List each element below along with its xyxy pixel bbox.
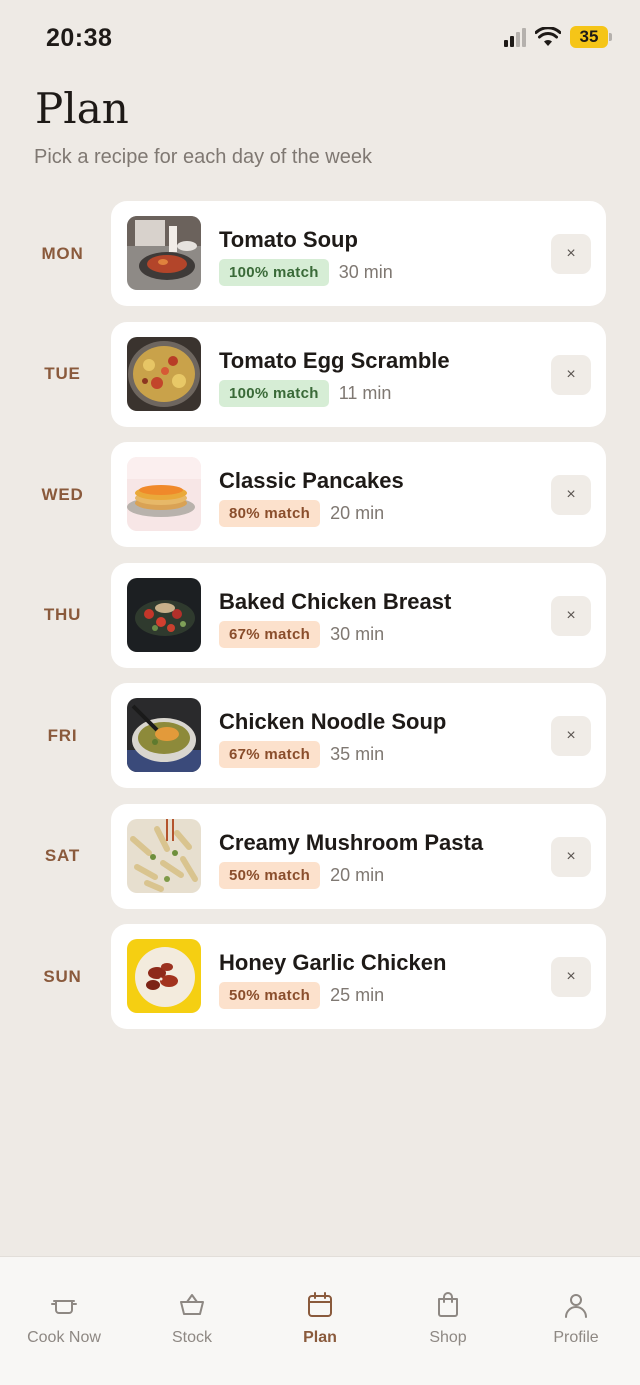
person-icon xyxy=(565,1294,587,1318)
page-title: Plan xyxy=(35,84,129,133)
match-badge: 100% match xyxy=(219,379,329,407)
recipe-name: Tomato Egg Scramble xyxy=(219,347,450,373)
plan-row-mon: MON Tomato Soup 100% match 30 min × xyxy=(0,201,640,306)
day-label: MON xyxy=(41,243,84,263)
status-time: 20:38 xyxy=(46,24,113,52)
match-badge: 50% match xyxy=(219,982,321,1009)
tab-label: Stock xyxy=(171,1329,212,1346)
remove-recipe-button[interactable]: × xyxy=(551,354,591,395)
cook-time: 30 min xyxy=(338,262,393,282)
plan-row-sat: SAT Creamy Mushroom Pasta 50% match 20 m… xyxy=(0,803,640,909)
close-icon: × xyxy=(566,245,576,262)
recipe-thumbnail xyxy=(127,336,201,411)
match-badge: 80% match xyxy=(219,500,321,527)
pot-icon xyxy=(51,1300,77,1314)
tab-stock[interactable]: Stock xyxy=(128,1257,256,1385)
recipe-meta: 100% match 30 min xyxy=(219,259,393,286)
bottom-tab-bar: Cook Now Stock Plan Shop Profile xyxy=(0,1256,640,1385)
status-icons: 35 xyxy=(504,26,612,48)
shopping-bag-icon xyxy=(438,1292,458,1317)
recipe-card[interactable]: Creamy Mushroom Pasta 50% match 20 min × xyxy=(111,803,606,909)
recipe-name: Chicken Noodle Soup xyxy=(219,709,447,734)
cook-time: 35 min xyxy=(330,744,385,764)
recipe-thumbnail xyxy=(127,216,201,290)
match-badge: 67% match xyxy=(219,620,321,648)
recipe-card[interactable]: Chicken Noodle Soup 67% match 35 min × xyxy=(111,683,606,788)
day-label: THU xyxy=(43,605,82,624)
day-label: SAT xyxy=(44,846,81,865)
tab-label: Shop xyxy=(429,1329,467,1346)
recipe-meta: 50% match 25 min xyxy=(219,982,384,1009)
day-label: WED xyxy=(41,484,84,504)
recipe-meta: 100% match 11 min xyxy=(219,379,392,407)
day-label: TUE xyxy=(44,364,81,383)
recipe-meta: 67% match 30 min xyxy=(219,620,385,648)
recipe-name: Creamy Mushroom Pasta xyxy=(219,829,484,855)
plan-row-wed: WED Classic Pancakes 80% match 20 min × xyxy=(0,442,640,547)
recipe-card[interactable]: Baked Chicken Breast 67% match 30 min × xyxy=(111,562,606,668)
cellular-signal-icon xyxy=(504,27,526,47)
tab-label: Cook Now xyxy=(27,1329,101,1346)
page-subtitle: Pick a recipe for each day of the week xyxy=(34,146,372,168)
calendar-icon xyxy=(308,1292,332,1317)
wifi-icon xyxy=(535,27,561,46)
match-badge: 67% match xyxy=(219,741,321,768)
tab-cook-now[interactable]: Cook Now xyxy=(0,1257,128,1385)
battery-icon: 35 xyxy=(570,26,612,48)
tab-label: Profile xyxy=(553,1329,599,1346)
tab-plan[interactable]: Plan xyxy=(256,1257,384,1385)
tab-profile[interactable]: Profile xyxy=(512,1257,640,1385)
remove-recipe-button[interactable]: × xyxy=(551,475,591,515)
remove-recipe-button[interactable]: × xyxy=(551,716,591,756)
cook-time: 20 min xyxy=(330,503,385,523)
close-icon: × xyxy=(566,606,576,624)
day-label: SUN xyxy=(43,966,82,986)
recipe-thumbnail xyxy=(127,939,201,1013)
week-plan-list: MON Tomato Soup 100% match 30 min × TUE … xyxy=(0,201,640,1045)
cook-time: 30 min xyxy=(330,623,385,644)
recipe-card[interactable]: Classic Pancakes 80% match 20 min × xyxy=(111,442,606,547)
recipe-name: Classic Pancakes xyxy=(219,468,404,493)
cook-time: 11 min xyxy=(338,382,392,403)
match-badge: 50% match xyxy=(219,861,321,889)
recipe-name: Baked Chicken Breast xyxy=(219,588,452,614)
recipe-meta: 67% match 35 min xyxy=(219,741,384,768)
plan-row-thu: THU Baked Chicken Breast 67% match 30 mi… xyxy=(0,562,640,668)
recipe-meta: 80% match 20 min xyxy=(219,500,384,527)
close-icon: × xyxy=(566,968,576,985)
close-icon: × xyxy=(566,365,576,383)
match-badge: 100% match xyxy=(219,259,329,286)
recipe-thumbnail xyxy=(127,577,201,652)
tab-label: Plan xyxy=(303,1329,337,1346)
recipe-card[interactable]: Honey Garlic Chicken 50% match 25 min × xyxy=(111,924,606,1029)
recipe-thumbnail xyxy=(127,698,201,772)
remove-recipe-button[interactable]: × xyxy=(551,957,591,997)
recipe-card[interactable]: Tomato Egg Scramble 100% match 11 min × xyxy=(111,321,606,427)
plan-row-fri: FRI Chicken Noodle Soup 67% match 35 min xyxy=(0,683,640,788)
close-icon: × xyxy=(566,486,576,503)
remove-recipe-button[interactable]: × xyxy=(551,595,591,636)
recipe-thumbnail xyxy=(127,818,201,893)
basket-icon xyxy=(180,1294,204,1315)
recipe-name: Tomato Soup xyxy=(219,227,358,252)
cook-time: 25 min xyxy=(330,985,385,1005)
day-label: FRI xyxy=(47,725,78,745)
close-icon: × xyxy=(566,727,576,744)
plan-row-sun: SUN Honey Garlic Chicken 50% match 25 mi… xyxy=(0,924,640,1029)
recipe-thumbnail xyxy=(127,457,201,531)
remove-recipe-button[interactable]: × xyxy=(551,836,591,877)
recipe-meta: 50% match 20 min xyxy=(219,861,385,889)
cook-time: 20 min xyxy=(330,864,385,885)
recipe-name: Honey Garlic Chicken xyxy=(219,950,447,975)
status-bar: 20:38 35 xyxy=(0,0,640,76)
plan-row-tue: TUE Tomato Egg Scramble 100% match 11 mi… xyxy=(0,321,640,427)
close-icon: × xyxy=(566,847,576,865)
remove-recipe-button[interactable]: × xyxy=(551,234,591,274)
recipe-card[interactable]: Tomato Soup 100% match 30 min × xyxy=(111,201,606,306)
tab-shop[interactable]: Shop xyxy=(384,1257,512,1385)
battery-level: 35 xyxy=(570,26,608,48)
